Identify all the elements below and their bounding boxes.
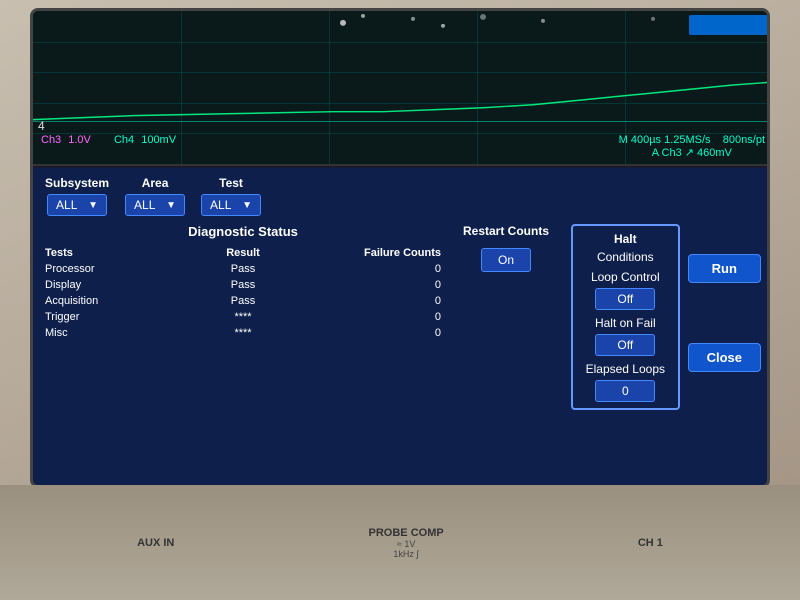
trigger-info: A Ch3 ↗ 460mV [652, 147, 732, 159]
ns-per-pt: 800ns/pt [723, 134, 765, 146]
col-result-header: Result [177, 247, 309, 259]
row-result: **** [177, 327, 309, 339]
restart-label: Restart Counts [463, 224, 549, 238]
row-result: Pass [177, 279, 309, 291]
area-dropdown[interactable]: ALL ▼ [125, 194, 185, 216]
table-row: Misc **** 0 [45, 327, 441, 339]
ch4-label: Ch4 [114, 134, 134, 146]
waveform-area: 4 Ch3 1.0V Ch4 100mV M 400µs 1.25MS/s 80… [33, 11, 770, 166]
halt-conditions-box: Halt Conditions Loop Control Off Halt on… [571, 224, 680, 410]
diagnostic-table: Tests Result Failure Counts Processor Pa… [45, 247, 441, 339]
screen-bezel: 4 Ch3 1.0V Ch4 100mV M 400µs 1.25MS/s 80… [30, 8, 770, 488]
area-label: Area [142, 176, 169, 190]
close-button[interactable]: Close [688, 343, 761, 372]
waveform-info: Ch3 1.0V Ch4 100mV M 400µs 1.25MS/s 800n… [33, 134, 770, 159]
row-test: Trigger [45, 311, 177, 323]
subsystem-label: Subsystem [45, 176, 109, 190]
halt-on-fail-button[interactable]: Off [595, 334, 655, 356]
ch1-group: CH 1 [638, 537, 663, 549]
row-count: 0 [309, 311, 441, 323]
subsystem-value: ALL [56, 198, 77, 212]
row-result: **** [177, 311, 309, 323]
row-count: 0 [309, 279, 441, 291]
aux-in-group: AUX IN [137, 537, 174, 549]
subsystem-dropdown[interactable]: ALL ▼ [47, 194, 107, 216]
restart-on-button[interactable]: On [481, 248, 531, 272]
area-group: Area ALL ▼ [125, 176, 185, 216]
probe-comp-group: PROBE COMP ≈ 1V1kHz ∫ [369, 527, 444, 559]
subsystem-arrow: ▼ [88, 200, 98, 211]
test-value: ALL [210, 198, 231, 212]
diagnostic-title: Diagnostic Status [45, 224, 441, 239]
elapsed-loops-value: 0 [595, 380, 655, 402]
scope-body: 4 Ch3 1.0V Ch4 100mV M 400µs 1.25MS/s 80… [0, 0, 800, 600]
row-count: 0 [309, 295, 441, 307]
row-test: Misc [45, 327, 177, 339]
ch3-label: Ch3 [41, 134, 61, 146]
area-value: ALL [134, 198, 155, 212]
row-result: Pass [177, 263, 309, 275]
halt-title: Halt [581, 232, 670, 246]
probe-comp-sublabel: ≈ 1V1kHz ∫ [369, 539, 444, 559]
col-count-header: Failure Counts [309, 247, 441, 259]
subsystem-group: Subsystem ALL ▼ [45, 176, 109, 216]
aux-in-label: AUX IN [137, 537, 174, 549]
ch3-value: 1.0V [68, 134, 91, 146]
test-arrow: ▼ [242, 200, 252, 211]
row-test: Display [45, 279, 177, 291]
table-row: Acquisition Pass 0 [45, 295, 441, 307]
top-controls: Subsystem ALL ▼ Area ALL ▼ Test [33, 168, 770, 224]
ch4-value: 100mV [141, 134, 176, 146]
area-arrow: ▼ [166, 200, 176, 211]
halt-subtitle: Conditions [581, 250, 670, 264]
time-div: M 400µs 1.25MS/s [619, 134, 711, 146]
diag-rows-container: Processor Pass 0 Display Pass 0 Acquisit… [45, 263, 441, 339]
run-button[interactable]: Run [688, 254, 761, 283]
ch1-label: CH 1 [638, 537, 663, 549]
table-header: Tests Result Failure Counts [45, 247, 441, 259]
action-buttons-column: Run Close [688, 224, 761, 410]
row-result: Pass [177, 295, 309, 307]
table-row: Display Pass 0 [45, 279, 441, 291]
loop-control-label: Loop Control [581, 270, 670, 284]
diagnostic-section: Diagnostic Status Tests Result Failure C… [45, 224, 441, 483]
row-test: Acquisition [45, 295, 177, 307]
test-group: Test ALL ▼ [201, 176, 261, 216]
four-marker: 4 [38, 119, 45, 133]
elapsed-loops-label: Elapsed Loops [581, 362, 670, 376]
table-row: Trigger **** 0 [45, 311, 441, 323]
loop-control-button[interactable]: Off [595, 288, 655, 310]
row-count: 0 [309, 263, 441, 275]
restart-section: Restart Counts On [451, 224, 561, 483]
probe-comp-label: PROBE COMP [369, 527, 444, 539]
ui-content: Subsystem ALL ▼ Area ALL ▼ Test [33, 168, 770, 488]
main-content: Diagnostic Status Tests Result Failure C… [33, 224, 770, 488]
test-dropdown[interactable]: ALL ▼ [201, 194, 261, 216]
test-label: Test [219, 176, 243, 190]
halt-on-fail-label: Halt on Fail [581, 316, 670, 330]
row-test: Processor [45, 263, 177, 275]
col-tests-header: Tests [45, 247, 177, 259]
bottom-panel: AUX IN PROBE COMP ≈ 1V1kHz ∫ CH 1 [0, 485, 800, 600]
right-content: Halt Conditions Loop Control Off Halt on… [571, 224, 761, 483]
row-count: 0 [309, 327, 441, 339]
table-row: Processor Pass 0 [45, 263, 441, 275]
